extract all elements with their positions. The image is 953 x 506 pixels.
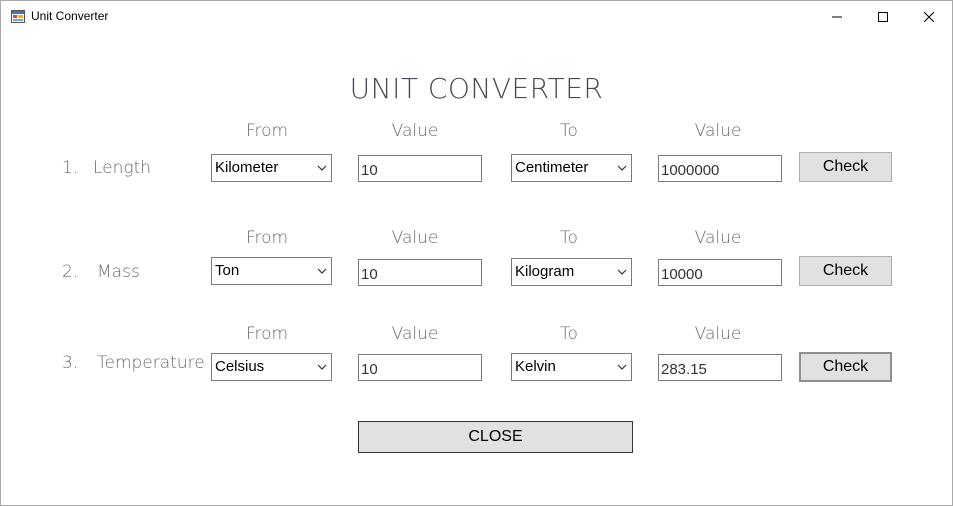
temperature-value-input[interactable]	[358, 354, 482, 381]
temperature-to-dropdown[interactable]: Kelvin	[511, 353, 632, 381]
header-value-out: Value	[694, 324, 742, 344]
row-number: 3.	[62, 353, 79, 373]
row-number: 2.	[62, 262, 79, 282]
minimize-button[interactable]	[814, 1, 860, 32]
header-value-in: Value	[391, 121, 439, 141]
maximize-icon	[878, 11, 888, 22]
header-to: To	[560, 228, 578, 248]
length-result-field[interactable]	[658, 155, 782, 182]
maximize-button[interactable]	[860, 1, 906, 32]
chevron-down-icon	[617, 269, 627, 275]
close-button[interactable]: CLOSE	[358, 421, 633, 453]
row-label-mass: Mass	[97, 262, 140, 282]
length-check-button[interactable]: Check	[799, 152, 892, 182]
dropdown-value: Kelvin	[515, 358, 556, 375]
app-window: Unit Converter UNIT CONVERTER From Value…	[0, 0, 953, 506]
chevron-down-icon	[317, 364, 327, 370]
temperature-check-button[interactable]: Check	[799, 352, 892, 382]
length-value-input[interactable]	[358, 155, 482, 182]
dropdown-value: Kilometer	[215, 159, 279, 176]
window-title: Unit Converter	[31, 9, 109, 23]
chevron-down-icon	[617, 364, 627, 370]
app-icon	[11, 10, 25, 23]
mass-result-field[interactable]	[658, 259, 782, 286]
page-title: UNIT CONVERTER	[349, 72, 604, 105]
header-from: From	[245, 228, 289, 248]
header-value-out: Value	[694, 121, 742, 141]
chevron-down-icon	[617, 165, 627, 171]
mass-check-button[interactable]: Check	[799, 256, 892, 286]
header-to: To	[560, 324, 578, 344]
header-to: To	[560, 121, 578, 141]
length-from-dropdown[interactable]: Kilometer	[211, 154, 332, 182]
row-number: 1.	[62, 158, 79, 178]
header-value-in: Value	[391, 228, 439, 248]
chevron-down-icon	[317, 165, 327, 171]
temperature-result-field[interactable]	[658, 354, 782, 381]
mass-from-dropdown[interactable]: Ton	[211, 257, 332, 285]
mass-value-input[interactable]	[358, 259, 482, 286]
title-bar[interactable]: Unit Converter	[1, 1, 952, 32]
close-icon	[924, 11, 934, 22]
header-from: From	[245, 121, 289, 141]
mass-to-dropdown[interactable]: Kilogram	[511, 258, 632, 286]
row-label-temperature: Temperature	[97, 353, 205, 373]
header-value-in: Value	[391, 324, 439, 344]
dropdown-value: Ton	[215, 262, 240, 279]
row-label-length: Length	[93, 158, 152, 178]
length-to-dropdown[interactable]: Centimeter	[511, 154, 632, 182]
header-from: From	[245, 324, 289, 344]
dropdown-value: Kilogram	[515, 263, 575, 280]
close-window-button[interactable]	[906, 1, 952, 32]
header-value-out: Value	[694, 228, 742, 248]
chevron-down-icon	[317, 268, 327, 274]
minimize-icon	[832, 16, 842, 17]
dropdown-value: Celsius	[215, 358, 265, 375]
temperature-from-dropdown[interactable]: Celsius	[211, 353, 332, 381]
dropdown-value: Centimeter	[515, 159, 589, 176]
